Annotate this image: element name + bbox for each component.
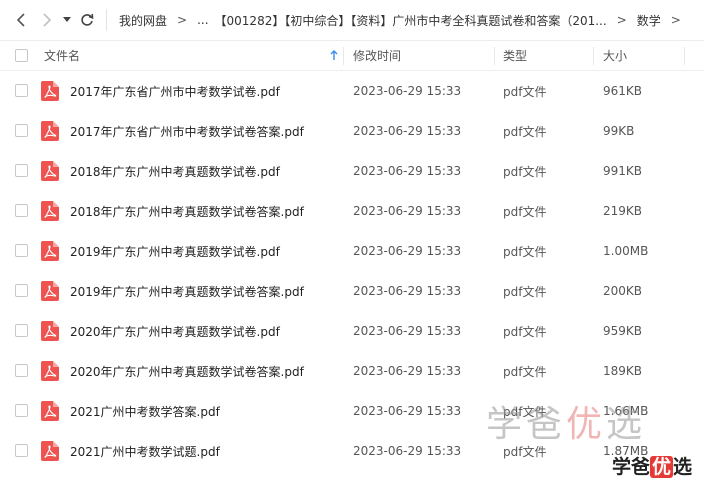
file-size: 1.00MB — [603, 244, 649, 258]
history-dropdown[interactable] — [60, 0, 74, 41]
file-size: 959KB — [603, 324, 643, 338]
watermark-small: 学爸优选 — [612, 456, 693, 478]
forward-button[interactable] — [34, 0, 60, 41]
breadcrumb-folder[interactable]: 【001282】【初中综合】【资料】广州市中考全科真题试卷和答案（201... — [212, 12, 610, 29]
watermark-large: 学爸优选 — [486, 404, 647, 445]
pdf-file-icon — [41, 321, 59, 341]
pdf-file-icon — [41, 81, 59, 101]
file-row[interactable]: 2019年广东广州中考真题数学试卷答案.pdf 2023-06-29 15:33 p… — [0, 271, 704, 311]
file-size: 991KB — [603, 164, 643, 178]
breadcrumb-current[interactable]: 数学 — [634, 12, 664, 29]
file-modified-time: 2023-06-29 15:33 — [353, 404, 462, 418]
refresh-icon — [81, 13, 94, 26]
row-checkbox[interactable] — [15, 244, 28, 257]
row-checkbox[interactable] — [15, 364, 28, 377]
select-all-checkbox[interactable] — [15, 49, 28, 62]
file-modified-time: 2023-06-29 15:33 — [353, 124, 462, 138]
pdf-file-icon — [41, 121, 59, 141]
column-header-time[interactable]: 修改时间 — [353, 47, 401, 64]
row-checkbox[interactable] — [15, 204, 28, 217]
toolbar: 我的网盘 > ... 【001282】【初中综合】【资料】广州市中考全科真题试卷… — [0, 0, 704, 41]
file-type: pdf文件 — [503, 124, 547, 139]
file-name[interactable]: 2018年广东广州中考真题数学试卷.pdf — [70, 163, 280, 180]
row-checkbox[interactable] — [15, 164, 28, 177]
breadcrumb-ellipsis[interactable]: ... — [194, 13, 211, 27]
toolbar-divider — [106, 9, 107, 31]
dropdown-icon — [63, 17, 71, 22]
file-modified-time: 2023-06-29 15:33 — [353, 324, 462, 338]
row-checkbox[interactable] — [15, 124, 28, 137]
file-size: 961KB — [603, 84, 643, 98]
file-type: pdf文件 — [503, 244, 547, 259]
file-list-header: 文件名 修改时间 类型 大小 — [0, 41, 704, 71]
column-header-type[interactable]: 类型 — [503, 47, 527, 64]
pdf-file-icon — [41, 281, 59, 301]
file-modified-time: 2023-06-29 15:33 — [353, 444, 462, 458]
file-size: 200KB — [603, 284, 643, 298]
file-row[interactable]: 2018年广东广州中考真题数学试卷.pdf 2023-06-29 15:33 pdf… — [0, 151, 704, 191]
refresh-button[interactable] — [74, 0, 100, 41]
file-name[interactable]: 2021广州中考数学试题.pdf — [70, 443, 220, 460]
file-modified-time: 2023-06-29 15:33 — [353, 284, 462, 298]
file-row[interactable]: 2018年广东广州中考真题数学试卷答案.pdf 2023-06-29 15:33 p… — [0, 191, 704, 231]
pdf-file-icon — [41, 161, 59, 181]
file-modified-time: 2023-06-29 15:33 — [353, 244, 462, 258]
row-checkbox[interactable] — [15, 84, 28, 97]
column-divider[interactable] — [684, 47, 685, 65]
file-size: 189KB — [603, 364, 643, 378]
file-modified-time: 2023-06-29 15:33 — [353, 84, 462, 98]
file-type: pdf文件 — [503, 164, 547, 179]
file-type: pdf文件 — [503, 204, 547, 219]
file-row[interactable]: 2020年广东广州中考真题数学试卷.pdf 2023-06-29 15:33 pdf… — [0, 311, 704, 351]
file-size: 219KB — [603, 204, 643, 218]
row-checkbox[interactable] — [15, 324, 28, 337]
file-name[interactable]: 2017年广东省广州市中考数学试卷答案.pdf — [70, 123, 304, 140]
file-row[interactable]: 2017年广东省广州市中考数学试卷.pdf 2023-06-29 15:33 pdf… — [0, 71, 704, 111]
file-type: pdf文件 — [503, 324, 547, 339]
breadcrumb-separator: > — [670, 13, 681, 27]
column-header-size[interactable]: 大小 — [603, 47, 627, 64]
pdf-file-icon — [41, 361, 59, 381]
file-name[interactable]: 2020年广东广州中考真题数学试卷答案.pdf — [70, 363, 304, 380]
forward-icon — [43, 13, 52, 27]
breadcrumb: 我的网盘 > ... 【001282】【初中综合】【资料】广州市中考全科真题试卷… — [116, 12, 688, 29]
pdf-file-icon — [41, 241, 59, 261]
file-row[interactable]: 2020年广东广州中考真题数学试卷答案.pdf 2023-06-29 15:33 p… — [0, 351, 704, 391]
file-type: pdf文件 — [503, 364, 547, 379]
pdf-file-icon — [41, 401, 59, 421]
row-checkbox[interactable] — [15, 444, 28, 457]
back-button[interactable] — [8, 0, 34, 41]
breadcrumb-separator: > — [177, 13, 188, 27]
file-size: 99KB — [603, 124, 635, 138]
file-name[interactable]: 2019年广东广州中考真题数学试卷答案.pdf — [70, 283, 304, 300]
file-type: pdf文件 — [503, 284, 547, 299]
back-icon — [16, 13, 25, 27]
file-row[interactable]: 2017年广东省广州市中考数学试卷答案.pdf 2023-06-29 15:33 p… — [0, 111, 704, 151]
file-name[interactable]: 2018年广东广州中考真题数学试卷答案.pdf — [70, 203, 304, 220]
file-row[interactable]: 2019年广东广州中考真题数学试卷.pdf 2023-06-29 15:33 pdf… — [0, 231, 704, 271]
file-modified-time: 2023-06-29 15:33 — [353, 204, 462, 218]
column-divider[interactable] — [494, 47, 495, 65]
column-header-name[interactable]: 文件名 — [44, 47, 80, 64]
pdf-file-icon — [41, 441, 59, 461]
file-name[interactable]: 2019年广东广州中考真题数学试卷.pdf — [70, 243, 280, 260]
file-modified-time: 2023-06-29 15:33 — [353, 364, 462, 378]
pdf-file-icon — [41, 201, 59, 221]
file-name[interactable]: 2017年广东省广州市中考数学试卷.pdf — [70, 83, 280, 100]
column-divider[interactable] — [593, 47, 594, 65]
breadcrumb-root[interactable]: 我的网盘 — [116, 12, 170, 29]
file-name[interactable]: 2021广州中考数学答案.pdf — [70, 403, 220, 420]
column-divider[interactable] — [343, 47, 344, 65]
row-checkbox[interactable] — [15, 404, 28, 417]
sort-up-icon[interactable] — [330, 50, 338, 61]
file-name[interactable]: 2020年广东广州中考真题数学试卷.pdf — [70, 323, 280, 340]
file-type: pdf文件 — [503, 84, 547, 99]
breadcrumb-separator: > — [616, 13, 627, 27]
file-modified-time: 2023-06-29 15:33 — [353, 164, 462, 178]
row-checkbox[interactable] — [15, 284, 28, 297]
